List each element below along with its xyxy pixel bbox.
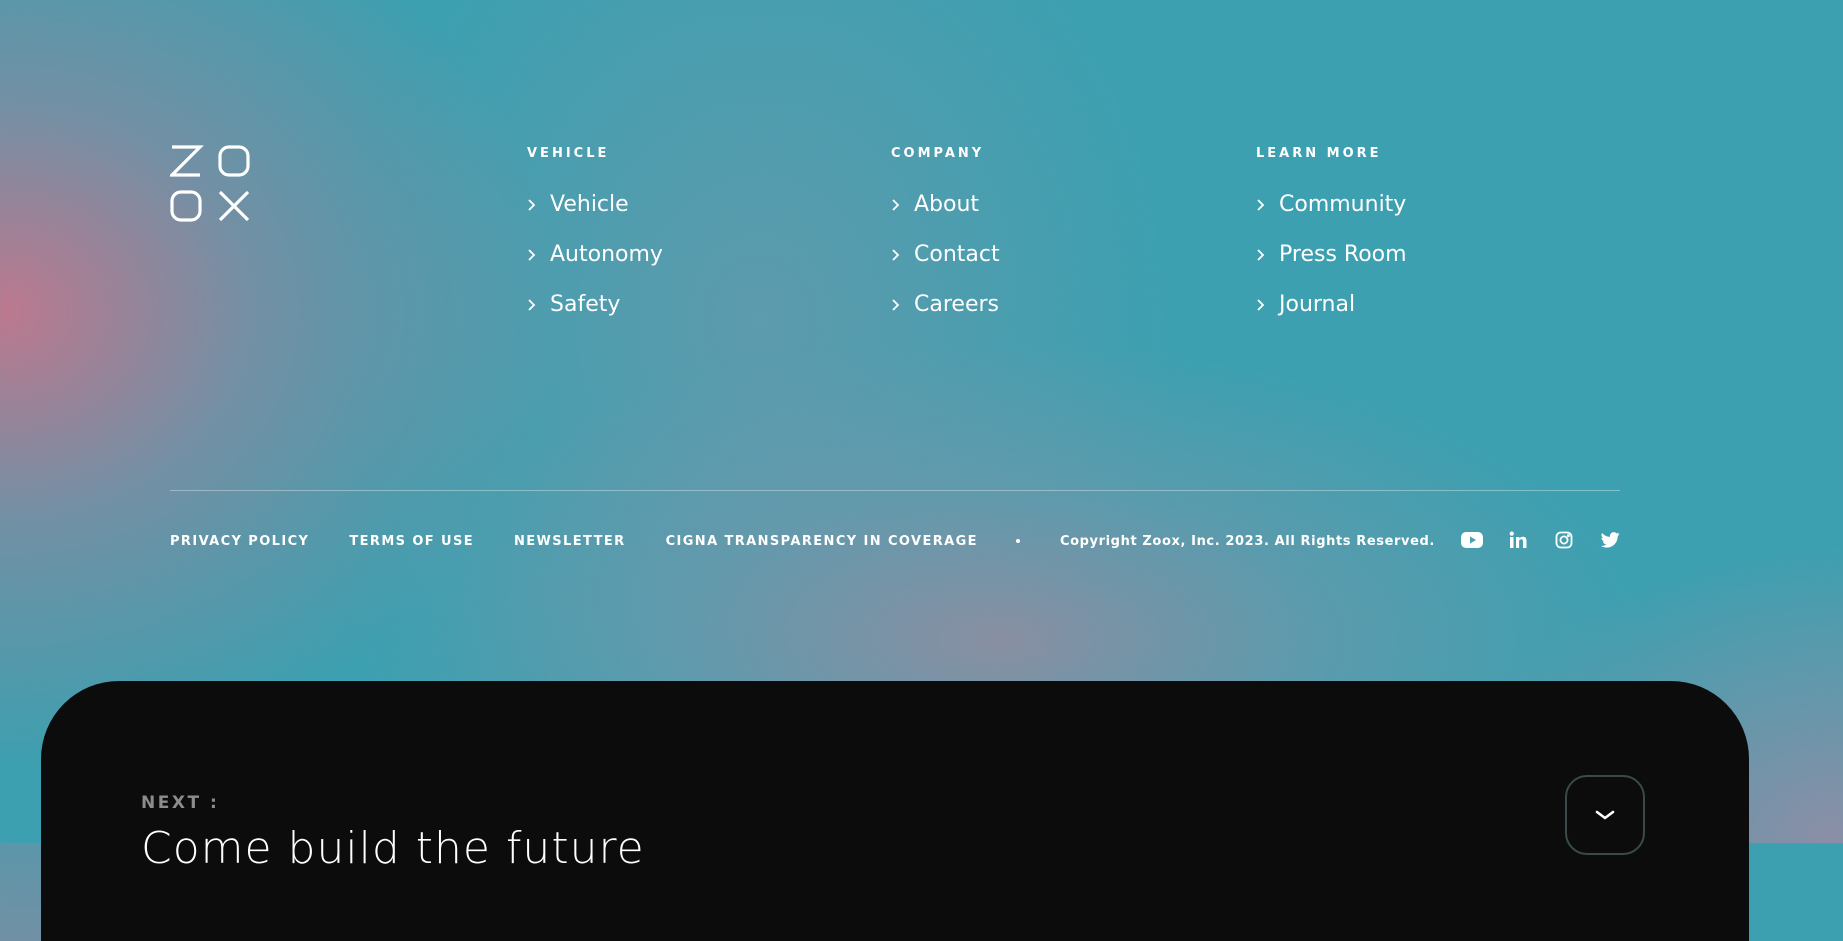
- link-label: Community: [1279, 192, 1407, 217]
- youtube-icon[interactable]: [1460, 528, 1484, 552]
- nav-column-learn-more: LEARN MORE Community Press Room Journal: [1256, 146, 1407, 330]
- chevron-right-icon: [1257, 249, 1265, 261]
- footer-link-autonomy[interactable]: Autonomy: [527, 230, 663, 280]
- footer-divider: [170, 490, 1620, 491]
- link-label: Contact: [914, 242, 1000, 267]
- cigna-transparency-link[interactable]: CIGNA TRANSPARENCY IN COVERAGE: [666, 534, 978, 549]
- footer-link-about[interactable]: About: [891, 180, 1000, 230]
- zoox-logo[interactable]: [170, 144, 250, 224]
- column-heading: VEHICLE: [527, 146, 610, 161]
- column-heading: COMPANY: [891, 146, 985, 161]
- chevron-right-icon: [1257, 199, 1265, 211]
- social-links: [1460, 528, 1644, 552]
- column-heading: LEARN MORE: [1256, 146, 1382, 161]
- chevron-right-icon: [528, 199, 536, 211]
- link-label: About: [914, 192, 980, 217]
- next-section-panel: NEXT : Come build the future: [41, 681, 1749, 941]
- scroll-down-button[interactable]: [1565, 775, 1645, 855]
- nav-column-company: COMPANY About Contact Careers: [891, 146, 1000, 330]
- footer-link-vehicle[interactable]: Vehicle: [527, 180, 663, 230]
- linkedin-icon[interactable]: [1506, 528, 1530, 552]
- chevron-down-icon: [1595, 810, 1615, 820]
- terms-of-use-link[interactable]: TERMS OF USE: [349, 534, 474, 549]
- next-title[interactable]: Come build the future: [141, 823, 645, 874]
- footer-link-contact[interactable]: Contact: [891, 230, 1000, 280]
- chevron-right-icon: [1257, 299, 1265, 311]
- chevron-right-icon: [528, 249, 536, 261]
- chevron-right-icon: [528, 299, 536, 311]
- footer-link-careers[interactable]: Careers: [891, 280, 1000, 330]
- twitter-icon[interactable]: [1598, 528, 1622, 552]
- footer-link-community[interactable]: Community: [1256, 180, 1407, 230]
- link-label: Safety: [550, 292, 621, 317]
- footer-link-safety[interactable]: Safety: [527, 280, 663, 330]
- instagram-icon[interactable]: [1552, 528, 1576, 552]
- privacy-policy-link[interactable]: PRIVACY POLICY: [170, 534, 309, 549]
- chevron-right-icon: [892, 299, 900, 311]
- chevron-right-icon: [892, 249, 900, 261]
- legal-bar: PRIVACY POLICY TERMS OF USE NEWSLETTER C…: [170, 531, 1435, 551]
- newsletter-link[interactable]: NEWSLETTER: [514, 534, 626, 549]
- link-label: Journal: [1279, 292, 1356, 317]
- separator-dot: [1015, 539, 1020, 543]
- link-label: Press Room: [1279, 242, 1407, 267]
- link-label: Careers: [914, 292, 999, 317]
- chevron-right-icon: [892, 199, 900, 211]
- link-label: Autonomy: [550, 242, 663, 267]
- copyright-text: Copyright Zoox, Inc. 2023. All Rights Re…: [1059, 533, 1435, 549]
- footer-link-journal[interactable]: Journal: [1256, 280, 1407, 330]
- nav-column-vehicle: VEHICLE Vehicle Autonomy Safety: [527, 146, 663, 330]
- link-label: Vehicle: [550, 192, 629, 217]
- next-label: NEXT :: [141, 793, 220, 813]
- footer-link-press-room[interactable]: Press Room: [1256, 230, 1407, 280]
